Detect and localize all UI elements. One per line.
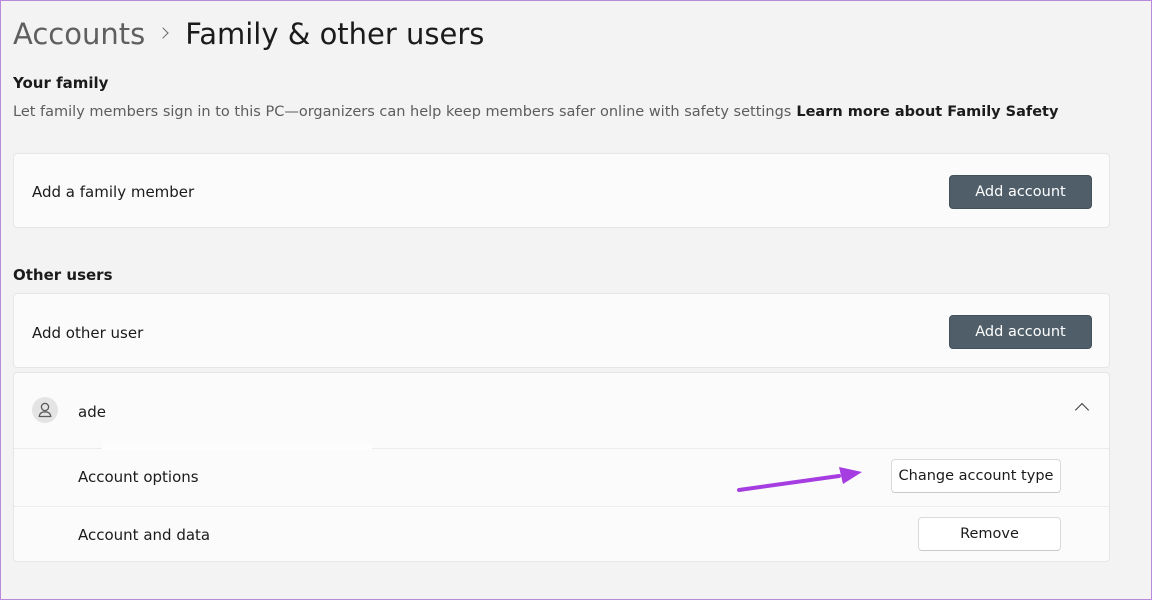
add-other-account-button[interactable]: Add account (949, 315, 1092, 349)
chevron-up-icon[interactable] (1074, 402, 1090, 418)
add-family-member-card: Add a family member Add account (13, 153, 1110, 228)
add-family-member-label: Add a family member (32, 183, 195, 201)
user-header-ade[interactable]: ade (14, 373, 1109, 448)
annotation-arrow (737, 467, 862, 492)
breadcrumb: Accounts Family & other users (13, 14, 484, 54)
chevron-right-icon (145, 14, 185, 54)
your-family-heading: Your family (13, 74, 109, 92)
whiteout-patch (102, 443, 372, 450)
account-and-data-label: Account and data (78, 526, 211, 544)
change-account-type-button[interactable]: Change account type (891, 459, 1061, 493)
user-card-ade: ade Account options Change account type … (13, 372, 1110, 562)
divider (14, 506, 1109, 507)
page-title: Family & other users (185, 17, 485, 51)
add-other-user-label: Add other user (32, 324, 144, 342)
user-name: ade (78, 403, 106, 421)
breadcrumb-accounts-link[interactable]: Accounts (13, 17, 145, 51)
add-other-user-card: Add other user Add account (13, 293, 1110, 368)
family-description-text: Let family members sign in to this PC—or… (13, 104, 792, 120)
person-icon (38, 402, 52, 418)
remove-account-button[interactable]: Remove (918, 517, 1061, 551)
avatar (32, 397, 58, 423)
other-users-heading: Other users (13, 266, 113, 284)
family-description: Let family members sign in to this PC—or… (13, 104, 1058, 120)
account-options-label: Account options (78, 468, 199, 486)
learn-more-family-safety-link[interactable]: Learn more about Family Safety (796, 104, 1058, 120)
add-family-account-button[interactable]: Add account (949, 175, 1092, 209)
